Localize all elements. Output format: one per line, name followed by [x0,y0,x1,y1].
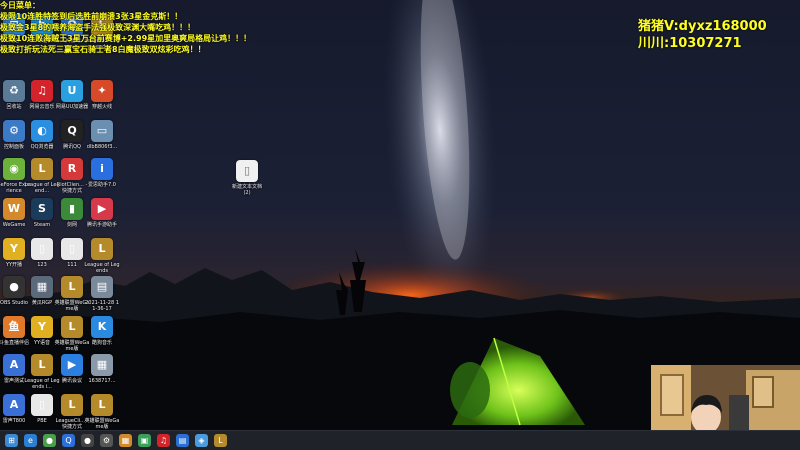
overlay-line-3: 极致10连败海贼王3星万台前赛博+2.99星加里奥爽局格局让鸡！！！ [0,34,252,43]
desktop-icon-new-text-document[interactable]: ▯ 新建文本文档 (2) [228,160,266,196]
text-file-icon: ▯ [236,160,258,182]
app-icon: ▦ [91,354,113,376]
edge-button[interactable]: e [24,434,37,447]
desktop-icon[interactable]: ✦ 穿越火线 [84,80,120,110]
app-icon: ▶ [91,198,113,220]
app-icon: ◉ [3,158,25,180]
app-icon: A [3,354,25,376]
netease-button[interactable]: ♫ [157,434,170,447]
overlay-line-4: 极致打折玩法死三赢宝石骑士者8白魔极致双炫彩吃鸡！！ [0,45,206,54]
overlay-line-2: 极致金3星8的喂养海盗手法强极致深渊大嘴吃鸡！！！ [0,23,196,32]
app-icon: L [61,276,83,298]
desktop-icon[interactable]: K 酷狗音乐 [84,316,120,346]
desktop-icon-label: 1638717... [88,378,116,384]
overlay-line-title: 今日菜单： [0,1,40,10]
desktop-icon-label: 爱思助手7.0 [88,182,116,188]
app-icon: ◐ [31,120,53,142]
settings-button[interactable]: ⚙ [100,434,113,447]
app-icon: K [91,316,113,338]
desktop-icon[interactable]: i 爱思助手7.0 [84,158,120,188]
desktop-icon[interactable]: ▦ 1638717... [84,354,120,384]
league-button[interactable]: L [214,434,227,447]
chrome-button[interactable]: ● [43,434,56,447]
desktop-icon-label: 英雄联盟WeGame版 [84,418,120,430]
desktop-icon[interactable]: ▭ dlbB806f3... [84,120,120,150]
desktop-icon-grid: ⊞ 网络 b 哔哩 Q QQ游戏 L League of Legends ♻ 回收站 ♫ 网易云音乐 U… [0,0,120,430]
app-icon: L [61,316,83,338]
desktop-icon[interactable]: L League of Legends [84,238,120,274]
start-button[interactable]: ⊞ [5,434,18,447]
app-button-orange[interactable]: ▦ [119,434,132,447]
app-icon: Y [3,238,25,260]
app-button-lightblue[interactable]: ◈ [195,434,208,447]
streamer-room-text: 川川:10307271 [638,36,742,51]
app-icon: ▯ [31,394,53,416]
streamer-contact-overlay: 猪猪V:dyxz168000 川川:10307271 [638,18,798,52]
app-icon: L [31,354,53,376]
stream-overlay-menu: 今日菜单： 极限10连胜特签到后选胜前崩溃3张3星金克斯！！ 极致金3星8的喂养… [0,0,300,55]
app-icon: U [61,80,83,102]
obs-button[interactable]: ● [81,434,94,447]
app-icon: i [91,158,113,180]
app-icon: ♫ [31,80,53,102]
desktop-icon-label: 2021-11-28 11-36-17 [85,300,119,312]
app-icon: ▦ [31,276,53,298]
app-icon: L [91,394,113,416]
windows-taskbar: ⊞ e ● Q ● ⚙ ▦ ▣ ♫ ▤ ◈ L [0,430,800,450]
app-icon: ● [3,276,25,298]
desktop-icon-label: dlbB806f3... [86,144,118,150]
app-icon: ▮ [61,198,83,220]
desktop-icon[interactable]: L 英雄联盟WeGame版 [84,394,120,430]
desktop-icon-label: 穿越火线 [91,104,112,110]
desktop-icon-label: 腾讯手游助手 [86,222,117,228]
streamer-wechat-text: 猪猪V:dyxz168000 [638,19,767,34]
search-button[interactable]: Q [62,434,75,447]
desktop-icon[interactable]: ▤ 2021-11-28 11-36-17 [84,276,120,312]
app-button-green[interactable]: ▣ [138,434,151,447]
app-icon: ✦ [91,80,113,102]
app-icon: S [31,198,53,220]
app-icon: L [91,238,113,260]
app-icon: Y [31,316,53,338]
desktop-icon-label: League of Legends [84,262,120,274]
overlay-line-1: 极限10连胜特签到后选胜前崩溃3张3星金克斯！！ [0,12,183,21]
app-icon: ▤ [91,276,113,298]
app-icon: ♻ [3,80,25,102]
desktop-icon-label: 新建文本文档 (2) [231,184,262,196]
app-icon: ▭ [91,120,113,142]
desktop-icon[interactable]: ▶ 腾讯手游助手 [84,198,120,228]
app-icon: 鱼 [3,316,25,338]
app-icon: ▯ [61,238,83,260]
app-icon: Q [61,120,83,142]
desktop-icon-label: 酷狗音乐 [91,340,112,346]
app-icon: ▶ [61,354,83,376]
app-icon: R [61,158,83,180]
app-icon: ▯ [31,238,53,260]
app-icon: L [61,394,83,416]
app-icon: ⚙ [3,120,25,142]
app-button-blue[interactable]: ▤ [176,434,189,447]
app-icon: W [3,198,25,220]
app-icon: A [3,394,25,416]
app-icon: L [31,158,53,180]
